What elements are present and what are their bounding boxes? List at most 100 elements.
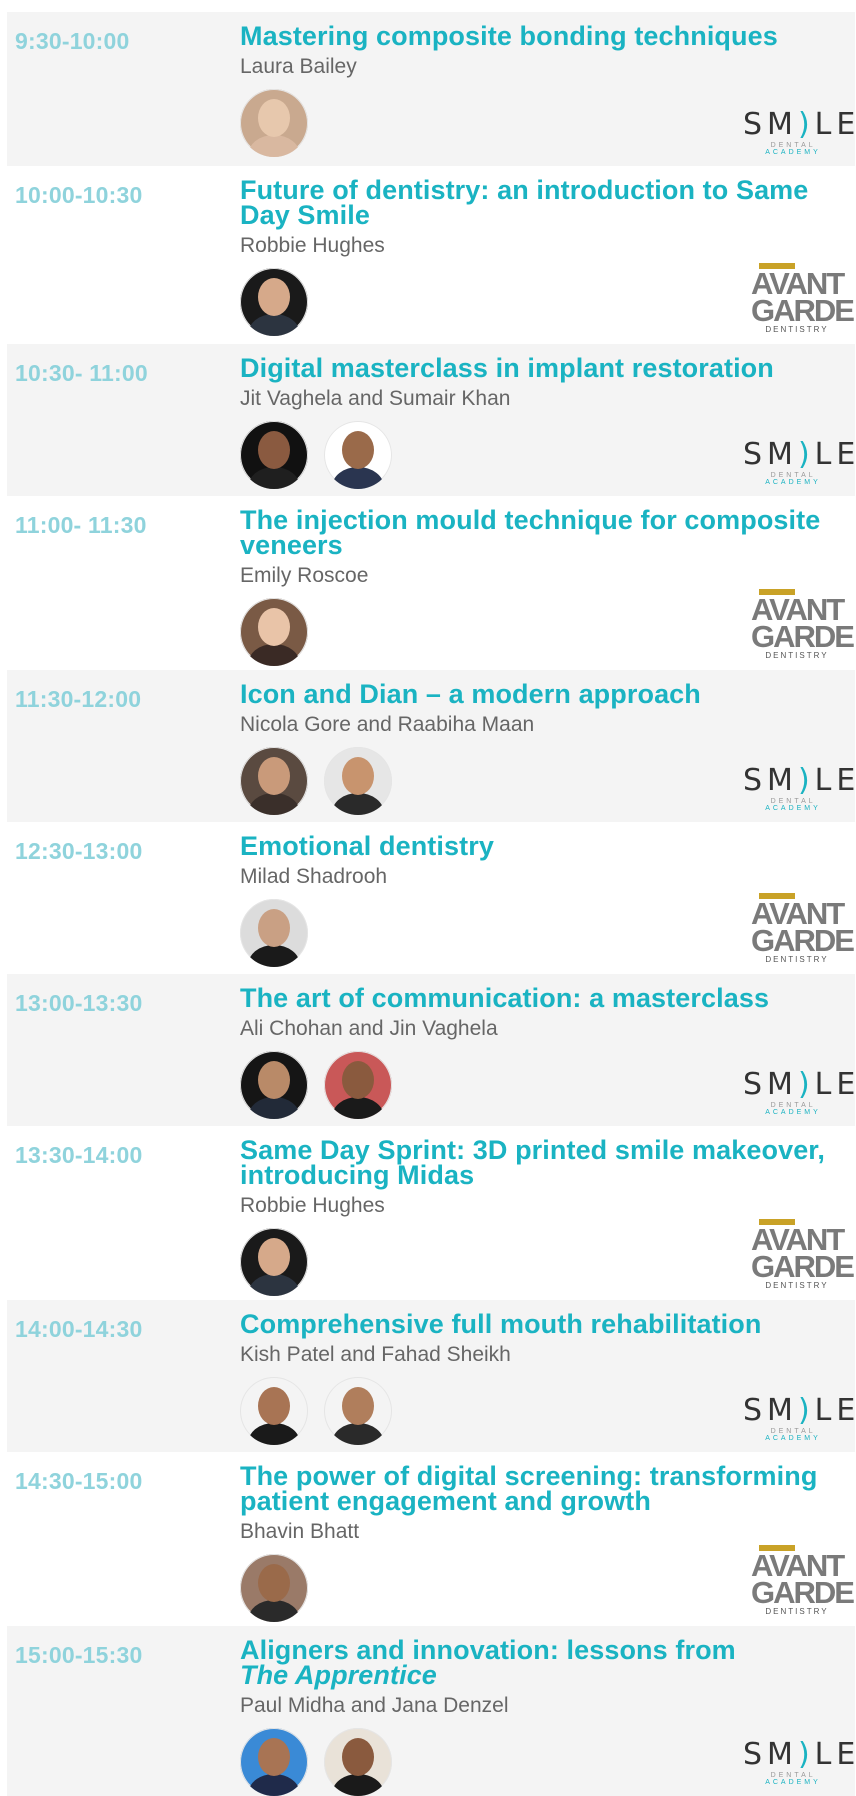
- schedule: 9:30-10:00 Mastering composite bonding te…: [0, 0, 856, 1796]
- session-title: Digital masterclass in implant restorati…: [240, 353, 850, 383]
- smile-dental-academy-logo: SM)LE DENTAL ACADEMY: [743, 437, 855, 487]
- speaker-avatar: [324, 747, 392, 815]
- speaker-avatar: [240, 598, 308, 666]
- avatar-head: [258, 1061, 290, 1099]
- smile-sub-right: ACADEMY: [765, 1435, 821, 1442]
- avatar-body: [248, 1774, 300, 1796]
- session-speaker: Milad Shadrooh: [240, 865, 388, 888]
- avatar-body: [248, 314, 300, 336]
- smile-sub-right: ACADEMY: [765, 479, 821, 486]
- session-title: The power of digital screening: transfor…: [240, 1463, 850, 1515]
- smile-dental-academy-logo: SM)LE DENTAL ACADEMY: [743, 766, 855, 813]
- avant-garde-dentistry-logo: AVANT GARDE DENTISTRY: [751, 1545, 855, 1616]
- session-speaker: Emily Roscoe: [240, 564, 369, 587]
- session-speaker: Laura Bailey: [240, 55, 357, 78]
- session-row: 11:30-12:00 Icon and Dian – a modern appr…: [7, 670, 855, 822]
- speaker-avatar: [240, 1228, 308, 1296]
- session-time: 10:00-10:30: [15, 182, 143, 208]
- avatar-body: [332, 793, 384, 815]
- garde-word: GARDE: [751, 1575, 855, 1610]
- smile-dental-academy-logo: SM)LE DENTAL ACADEMY: [743, 1396, 855, 1443]
- session-time: 12:30-13:00: [15, 838, 143, 864]
- smile-wordmark-left: SM: [743, 1737, 798, 1772]
- smile-wordmark-paren: ): [797, 1737, 815, 1772]
- session-row: 10:00-10:30 Future of dentistry: an intro…: [7, 166, 855, 344]
- smile-subtitle: DENTAL ACADEMY: [743, 472, 843, 486]
- smile-sub-left: DENTAL: [770, 142, 816, 149]
- session-title: Future of dentistry: an introduction to …: [240, 175, 850, 230]
- avatar-head: [342, 1061, 374, 1099]
- session-title: Mastering composite bonding techniques: [240, 21, 850, 51]
- speaker-avatar: [240, 747, 308, 815]
- speaker-avatar: [240, 1051, 308, 1119]
- speaker-avatar: [324, 1051, 392, 1119]
- session-speaker: Nicola Gore and Raabiha Maan: [240, 713, 535, 736]
- session-row: 13:30-14:00 Same Day Sprint: 3D printed s…: [7, 1126, 855, 1300]
- smile-subtitle: DENTAL ACADEMY: [743, 142, 843, 156]
- smile-wordmark-paren: ): [797, 437, 815, 472]
- session-title-text: Same Day Sprint: 3D printed smile makeov…: [240, 1135, 826, 1190]
- session-row: 14:30-15:00 The power of digital screenin…: [7, 1452, 855, 1626]
- avant-garde-dentistry-logo: AVANT GARDE DENTISTRY: [751, 263, 855, 334]
- avatar-body: [248, 945, 300, 967]
- speaker-avatar: [240, 421, 308, 489]
- avatar-head: [342, 757, 374, 795]
- avatar-body: [248, 1600, 300, 1622]
- avatar-head: [258, 1564, 290, 1602]
- session-title-text: Future of dentistry: an introduction to …: [240, 175, 809, 230]
- session-title-text: Digital masterclass in implant restorati…: [240, 353, 774, 383]
- smile-sub-left: DENTAL: [770, 1772, 816, 1779]
- avatar-head: [258, 608, 290, 646]
- smile-subtitle: DENTAL ACADEMY: [743, 1428, 843, 1442]
- garde-word: GARDE: [751, 619, 855, 654]
- smile-wordmark: SM)LE: [743, 1070, 855, 1100]
- session-speaker: Robbie Hughes: [240, 234, 385, 257]
- session-speaker: Jit Vaghela and Sumair Khan: [240, 387, 511, 410]
- session-time: 10:30- 11:00: [15, 360, 148, 386]
- avatar-body: [248, 467, 300, 489]
- avatar-head: [258, 99, 290, 137]
- avatar-body: [248, 1423, 300, 1445]
- avatar-body: [248, 793, 300, 815]
- avatar-body: [332, 467, 384, 489]
- avatar-body: [332, 1774, 384, 1796]
- speaker-avatar: [240, 1377, 308, 1445]
- smile-wordmark-right: LE: [814, 1737, 856, 1772]
- smile-wordmark-right: LE: [814, 1067, 856, 1102]
- garde-word: GARDE: [751, 1249, 855, 1284]
- session-time: 14:30-15:00: [15, 1468, 143, 1494]
- session-time: 14:00-14:30: [15, 1316, 143, 1342]
- avatar-head: [342, 1387, 374, 1425]
- speaker-avatar: [324, 421, 392, 489]
- speaker-avatar: [324, 1377, 392, 1445]
- session-row: 13:00-13:30 The art of communication: a m…: [7, 974, 855, 1126]
- avatar-head: [258, 431, 290, 469]
- smile-wordmark: SM)LE: [743, 437, 855, 472]
- garde-word: GARDE: [751, 293, 855, 328]
- smile-dental-academy-logo: SM)LE DENTAL ACADEMY: [743, 1070, 855, 1117]
- session-title: Icon and Dian – a modern approach: [240, 679, 850, 709]
- session-time: 9:30-10:00: [15, 28, 130, 54]
- avatar-body: [248, 1097, 300, 1119]
- smile-sub-left: DENTAL: [770, 1102, 816, 1109]
- session-time: 13:00-13:30: [15, 990, 143, 1016]
- speaker-avatar: [240, 89, 308, 157]
- session-title-emphasis: The Apprentice: [240, 1660, 437, 1690]
- smile-dental-academy-logo: SM)LE DENTAL ACADEMY: [743, 110, 855, 157]
- session-title-text: Emotional dentistry: [240, 831, 494, 861]
- smile-wordmark-left: SM: [743, 437, 798, 472]
- avatar-body: [332, 1097, 384, 1119]
- session-title-text: Icon and Dian – a modern approach: [240, 679, 701, 709]
- smile-sub-right: ACADEMY: [765, 1109, 821, 1116]
- smile-sub-right: ACADEMY: [765, 805, 821, 812]
- smile-subtitle: DENTAL ACADEMY: [743, 1102, 843, 1116]
- session-row: 11:00- 11:30 The injection mould techniqu…: [7, 496, 855, 670]
- speaker-avatar: [240, 1728, 308, 1796]
- smile-wordmark: SM)LE: [743, 766, 855, 796]
- avatar-head: [258, 278, 290, 316]
- smile-wordmark-right: LE: [814, 437, 856, 472]
- avatar-head: [342, 431, 374, 469]
- session-title-text: Mastering composite bonding techniques: [240, 21, 778, 51]
- session-row: 15:00-15:30 Aligners and innovation: less…: [7, 1626, 855, 1796]
- session-title: Aligners and innovation: lessons from The…: [240, 1637, 850, 1690]
